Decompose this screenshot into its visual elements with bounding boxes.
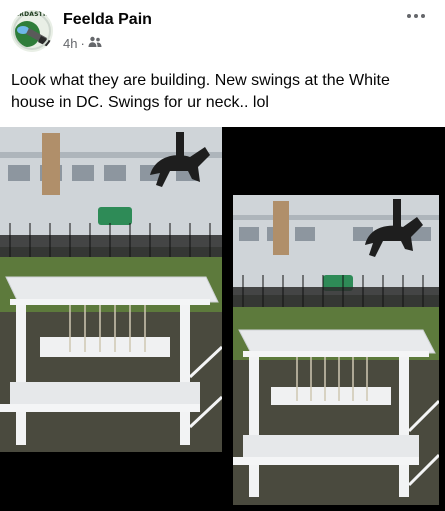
meta-separator: · (80, 36, 85, 51)
avatar-logo-text: ERDASTIN (15, 11, 51, 18)
post-media (0, 127, 445, 511)
post-text: Look what they are building. New swings … (11, 72, 390, 111)
post-time[interactable]: 4h (63, 36, 77, 51)
photo-right[interactable] (233, 195, 439, 505)
avatar[interactable]: ERDASTIN (11, 10, 53, 52)
friends-icon (88, 36, 102, 51)
post-header: ERDASTIN Feelda Pain 4h · (0, 0, 445, 62)
author-name[interactable]: Feelda Pain (63, 11, 152, 29)
post-meta: 4h · (63, 36, 102, 51)
more-options-icon[interactable] (405, 8, 427, 24)
photo-left[interactable] (0, 127, 222, 452)
